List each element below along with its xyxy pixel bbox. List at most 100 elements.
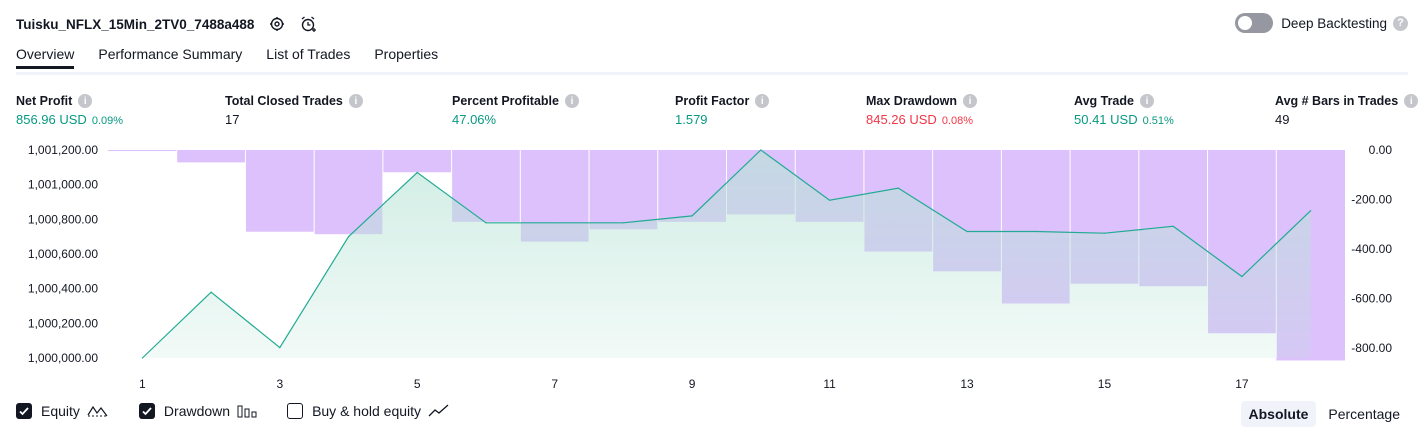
profit-factor-value: 1.579 — [675, 112, 708, 127]
net-profit-label: Net Profit — [16, 94, 73, 108]
equity-point — [347, 236, 350, 238]
info-icon[interactable]: i — [755, 94, 770, 108]
avg-trade-pct: 0.51% — [1142, 115, 1174, 127]
profit-factor-label: Profit Factor — [675, 94, 750, 108]
drawdown-bar — [245, 150, 315, 232]
tab-overview[interactable]: Overview — [16, 46, 75, 69]
metric-avg-trade: Avg Trade i 50.41 USD 0.51% — [1074, 94, 1174, 127]
drawdown-bars-icon — [237, 404, 257, 418]
total-closed-trades-label: Total Closed Trades — [225, 94, 343, 108]
buy-hold-label: Buy & hold equity — [312, 403, 422, 419]
avg-trade-value: 50.41 USD — [1074, 112, 1138, 127]
equity-point — [1103, 232, 1106, 234]
info-icon[interactable]: i — [348, 94, 363, 108]
left-axis-tick-label: 1,000,800.00 — [28, 212, 98, 226]
left-axis-tick-label: 1,000,400.00 — [28, 282, 98, 296]
x-axis-tick-label: 13 — [960, 377, 974, 391]
tab-performance-summary[interactable]: Performance Summary — [98, 46, 242, 69]
deep-backtesting-label: Deep Backtesting — [1281, 15, 1387, 31]
drawdown-bar — [589, 150, 658, 230]
right-axis-tick-label: -200.00 — [1351, 193, 1392, 207]
x-axis-tick-label: 3 — [276, 377, 283, 391]
settings-gear-icon[interactable] — [268, 15, 286, 33]
help-icon[interactable]: ? — [1393, 15, 1408, 31]
equity-point — [760, 149, 762, 151]
left-axis-tick-label: 1,000,600.00 — [28, 247, 98, 261]
x-axis-tick-label: 9 — [689, 377, 696, 391]
drawdown-bar — [108, 150, 177, 151]
metric-total-closed-trades: Total Closed Trades i 17 — [225, 94, 363, 127]
deep-backtesting-toggle[interactable] — [1235, 13, 1274, 33]
right-axis-tick-label: -400.00 — [1351, 242, 1392, 256]
info-icon[interactable]: i — [1404, 94, 1419, 108]
drawdown-bar — [382, 150, 452, 173]
x-axis-tick-label: 15 — [1098, 377, 1112, 391]
right-axis-tick-label: -600.00 — [1351, 292, 1392, 306]
right-axis-tick-label: 0.00 — [1369, 143, 1393, 157]
absolute-button[interactable]: Absolute — [1240, 401, 1317, 427]
x-axis-tick-label: 11 — [823, 377, 836, 391]
percent-profitable-label: Percent Profitable — [452, 94, 559, 108]
metric-percent-profitable: Percent Profitable i 47.06% — [452, 94, 579, 127]
equity-point — [966, 230, 968, 233]
net-profit-value: 856.96 USD — [16, 112, 87, 127]
x-axis-tick-label: 17 — [1235, 377, 1249, 391]
legend-equity[interactable]: Equity — [16, 403, 109, 419]
metric-max-drawdown: Max Drawdown i 845.26 USD 0.08% — [866, 94, 977, 127]
right-axis-tick-label: -800.00 — [1351, 341, 1392, 355]
equity-point — [1241, 275, 1243, 278]
equity-point — [828, 199, 831, 201]
max-drawdown-pct: 0.08% — [941, 115, 974, 127]
equity-drawdown-chart[interactable]: 1,001,200.00 1,001,000.00 1,000,800.00 1,00… — [0, 135, 1424, 395]
max-drawdown-value: 845.26 USD — [866, 112, 937, 127]
legend-drawdown[interactable]: Drawdown — [138, 403, 257, 419]
info-icon[interactable]: i — [564, 94, 579, 108]
left-axis-tick-label: 1,000,000.00 — [28, 351, 98, 365]
tab-divider — [16, 72, 1408, 75]
left-axis-tick-label: 1,001,000.00 — [28, 178, 98, 192]
equity-point — [416, 171, 418, 174]
equity-point — [554, 222, 556, 224]
drawdown-label: Drawdown — [163, 403, 231, 419]
equity-point — [1035, 230, 1037, 233]
x-axis-tick-label: 5 — [414, 377, 421, 391]
drawdown-bar — [176, 150, 246, 163]
info-icon[interactable]: i — [963, 94, 977, 108]
info-icon[interactable]: i — [1139, 94, 1154, 108]
avg-trade-label: Avg Trade — [1074, 94, 1134, 108]
left-axis-tick-label: 1,001,200.00 — [28, 143, 98, 157]
equity-point — [622, 222, 625, 224]
equity-point — [141, 357, 143, 359]
info-icon[interactable]: i — [78, 94, 93, 108]
tab-properties[interactable]: Properties — [374, 46, 438, 69]
toggle-knob — [1238, 16, 1253, 30]
left-axis-tick-label: 1,000,200.00 — [28, 316, 98, 330]
equity-checkbox[interactable] — [16, 403, 32, 419]
x-axis-tick-label: 1 — [139, 377, 146, 391]
avg-bars-value: 49 — [1275, 112, 1290, 127]
percent-profitable-value: 47.06% — [452, 112, 497, 127]
total-closed-trades-value: 17 — [225, 112, 240, 127]
deep-backtesting: Deep Backtesting ? — [1235, 13, 1408, 33]
metric-profit-factor: Profit Factor i 1.579 — [675, 94, 770, 127]
buy-hold-checkbox[interactable] — [287, 403, 304, 419]
legend-buy-hold[interactable]: Buy & hold equity — [287, 403, 450, 419]
drawdown-checkbox[interactable] — [138, 403, 155, 419]
chart-legend: Equity Drawdown Buy & hold equity — [16, 403, 480, 419]
add-alert-clock-icon[interactable] — [300, 15, 318, 33]
equity-label: Equity — [41, 403, 80, 419]
tab-list-of-trades[interactable]: List of Trades — [266, 46, 350, 69]
header: Tuisku_NFLX_15Min_2TV0_7488a488 — [16, 12, 318, 36]
avg-bars-label: Avg # Bars in Trades — [1275, 94, 1399, 108]
equity-point — [1172, 225, 1174, 227]
equity-point — [691, 215, 693, 217]
equity-point — [210, 291, 212, 293]
x-axis-tick-label: 7 — [551, 377, 558, 391]
percentage-button[interactable]: Percentage — [1320, 401, 1408, 427]
strategy-title: Tuisku_NFLX_15Min_2TV0_7488a488 — [16, 16, 255, 32]
display-mode: Absolute Percentage — [1237, 401, 1409, 427]
equity-wave-icon — [87, 404, 109, 418]
metric-avg-bars: Avg # Bars in Trades i 49 — [1275, 94, 1419, 127]
equity-point — [485, 222, 487, 224]
net-profit-pct: 0.09% — [91, 115, 124, 127]
